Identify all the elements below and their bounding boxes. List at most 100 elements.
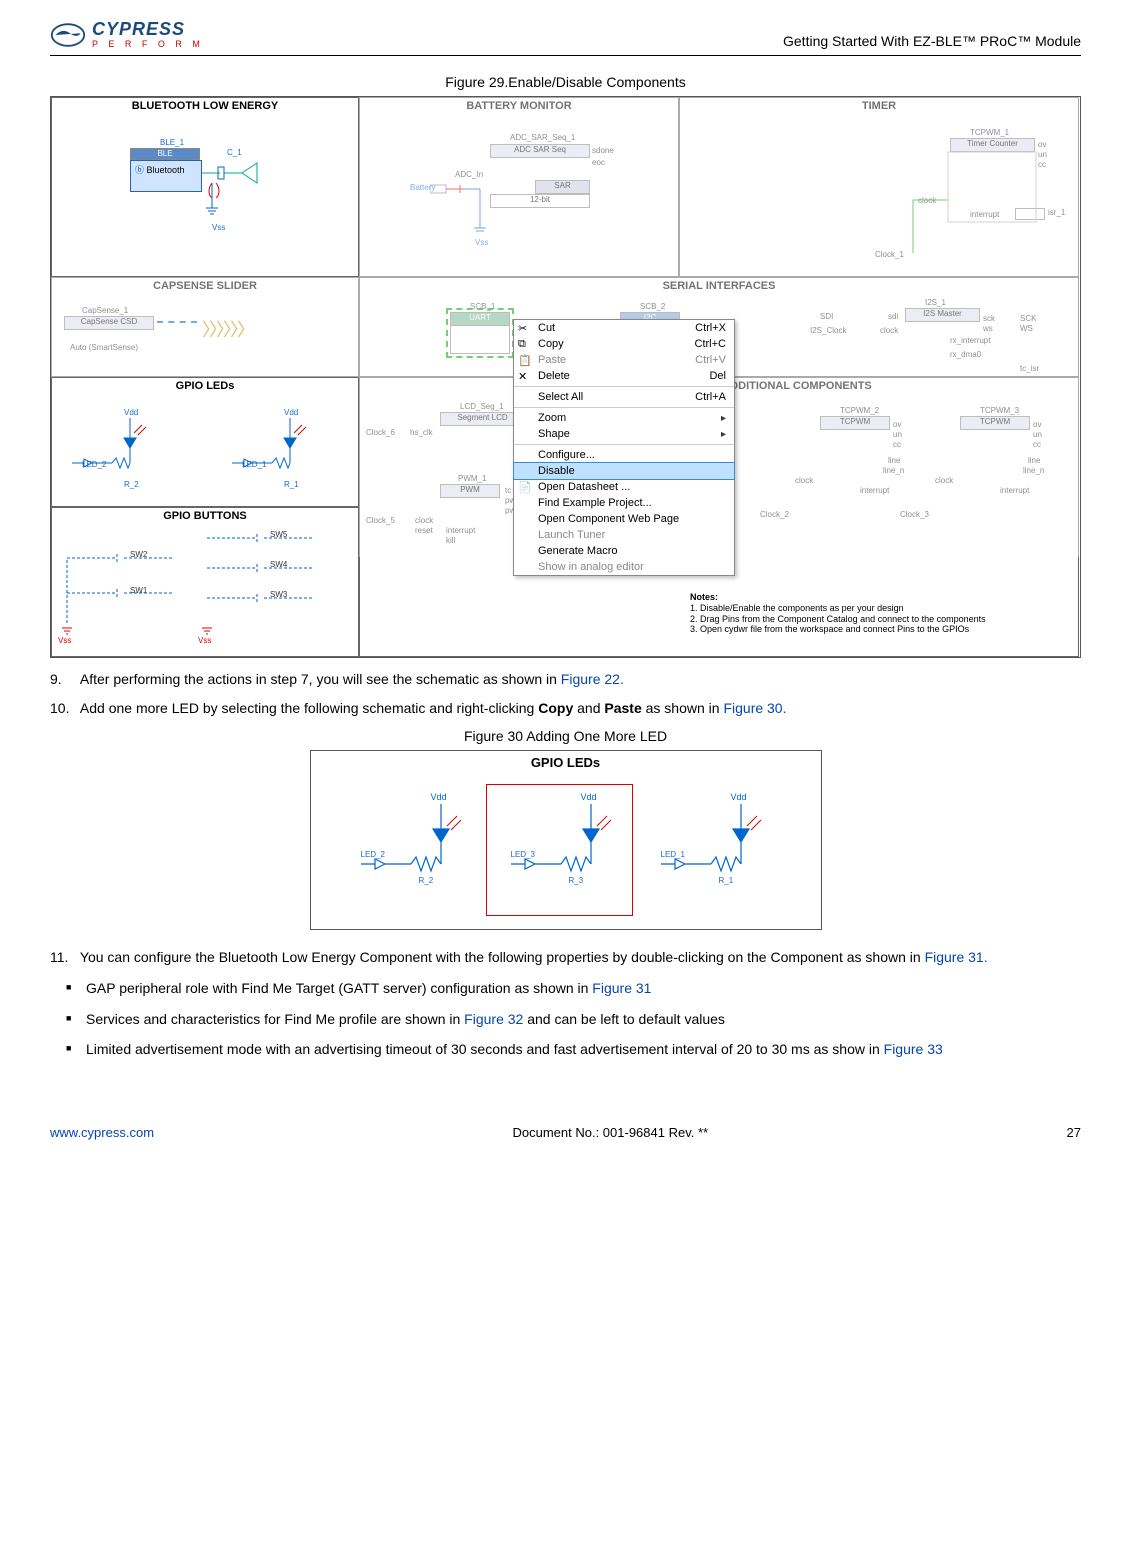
menu-item-label: Generate Macro (538, 545, 617, 557)
label-resistor: R_1 (719, 876, 734, 885)
t2-ov: ov (893, 420, 901, 429)
step-9-num: 9. (50, 670, 76, 689)
step-10-copy: Copy (538, 700, 573, 716)
step-9: 9. After performing the actions in step … (50, 670, 1081, 689)
menu-item-cut[interactable]: ✂CutCtrl+X (514, 320, 734, 336)
label-kill: kill (446, 536, 455, 545)
menu-item-disable[interactable]: Disable (514, 463, 734, 479)
figure-29-caption: Figure 29.Enable/Disable Components (50, 74, 1081, 90)
label-sdone: sdone (592, 146, 614, 155)
label-eoc: eoc (592, 158, 605, 167)
label-clk6: Clock_6 (366, 428, 395, 437)
figure-30-title: GPIO LEDs (311, 751, 821, 774)
menu-shortcut: Ctrl+X (695, 322, 726, 334)
menu-item-label: Shape (538, 428, 570, 440)
menu-item-open-component-web-page[interactable]: Open Component Web Page (514, 511, 734, 527)
label-sw5: SW5 (270, 530, 287, 539)
menu-shortcut: Ctrl+A (695, 391, 726, 403)
label-hsclk: hs_clk (410, 428, 433, 437)
t3-ov: ov (1033, 420, 1041, 429)
panel-leds: GPIO LEDs Vdd Vdd LED_2 LED_1 R_2 R_1 (51, 377, 359, 507)
label-vss-btn1: Vss (58, 636, 71, 645)
label-tcpwm3: TCPWM_3 (980, 406, 1019, 415)
label-led-name: LED_1 (661, 850, 685, 859)
bullet-link[interactable]: Figure 32 (464, 1011, 523, 1027)
bullet-link[interactable]: Figure 33 (884, 1041, 943, 1057)
label-vss-ble: Vss (212, 223, 225, 232)
panel-capsense: CAPSENSE SLIDER CapSense_1 CapSense CSD … (51, 277, 359, 377)
step-10: 10. Add one more LED by selecting the fo… (50, 699, 1081, 718)
label-vdd: Vdd (731, 792, 747, 802)
label-clk3: Clock_3 (900, 510, 929, 519)
panel-leds-title: GPIO LEDs (52, 378, 358, 394)
label-led-name: LED_2 (361, 850, 385, 859)
label-sck: sck (983, 314, 995, 323)
panel-ble: BLUETOOTH LOW ENERGY BLE_1 BLE ⓑ Bluetoo… (51, 97, 359, 277)
t2-cc: cc (893, 440, 901, 449)
leds-schematic-icon (72, 413, 342, 483)
label-rxint: rx_interrupt (950, 336, 990, 345)
panel-serial-title: SERIAL INTERFACES (360, 278, 1078, 294)
t2-int: interrupt (860, 486, 889, 495)
label-isr1: isr_1 (1048, 208, 1065, 217)
note-1: 1. Disable/Enable the components as per … (690, 603, 1070, 614)
panel-battery: BATTERY MONITOR ADC_SAR_Seq_1 ADC SAR Se… (359, 97, 679, 277)
submenu-arrow-icon (721, 412, 726, 424)
label-adc-in: ADC_In (455, 170, 483, 179)
link-figure-22[interactable]: Figure 22. (561, 671, 624, 687)
menu-item-label: Find Example Project... (538, 497, 652, 509)
step-10-text-a: Add one more LED by selecting the follow… (80, 700, 538, 716)
t2-un: un (893, 430, 902, 439)
label-pwm1: PWM_1 (458, 474, 486, 483)
panel-buttons: GPIO BUTTONS SW2 SW1 SW5 SW4 SW3 Vss Vss (51, 507, 359, 657)
menu-item-label: Copy (538, 338, 564, 350)
label-vss-batt: Vss (475, 238, 488, 247)
menu-shortcut: Ctrl+V (695, 354, 726, 366)
menu-item-generate-macro[interactable]: Generate Macro (514, 543, 734, 559)
menu-item-zoom[interactable]: Zoom (514, 407, 734, 426)
label-sdi: sdi (888, 312, 898, 321)
menu-item-delete[interactable]: ✕DeleteDel (514, 368, 734, 384)
bullet-3: Limited advertisement mode with an adver… (86, 1040, 1081, 1059)
t3-cc: cc (1033, 440, 1041, 449)
note-2: 2. Drag Pins from the Component Catalog … (690, 614, 1070, 625)
menu-item-select-all[interactable]: Select AllCtrl+A (514, 386, 734, 405)
step-10-text-b: and (573, 700, 604, 716)
submenu-arrow-icon (721, 428, 726, 440)
context-menu[interactable]: ✂CutCtrl+X⧉CopyCtrl+C📋PasteCtrl+V✕Delete… (513, 319, 735, 576)
menu-shortcut: Del (709, 370, 726, 382)
t3-linen: line_n (1023, 466, 1044, 475)
label-rxdma: rx_dma0 (950, 350, 981, 359)
label-resistor: R_3 (569, 876, 584, 885)
notes-title: Notes: (690, 592, 1070, 603)
pwm-box: PWM (440, 484, 500, 498)
footer-url[interactable]: www.cypress.com (50, 1125, 154, 1140)
link-figure-31[interactable]: Figure 31. (925, 949, 988, 965)
sar-box: SAR (535, 180, 590, 194)
label-adc-seq: ADC_SAR_Seq_1 (510, 133, 575, 142)
label-lcdseg: LCD_Seg_1 (460, 402, 504, 411)
menu-item-launch-tuner: Launch Tuner (514, 527, 734, 543)
menu-item-find-example-project[interactable]: Find Example Project... (514, 495, 734, 511)
menu-item-open-datasheet[interactable]: 📄Open Datasheet ... (514, 479, 734, 495)
link-figure-30[interactable]: Figure 30. (723, 700, 786, 716)
bullet-link[interactable]: Figure 31 (592, 980, 651, 996)
label-i2s1: I2S_1 (925, 298, 946, 307)
menu-shortcut: Ctrl+C (695, 338, 726, 350)
label-sw1: SW1 (130, 586, 147, 595)
label-clk5: Clock_5 (366, 516, 395, 525)
label-preset: reset (415, 526, 433, 535)
bluetooth-label: Bluetooth (147, 165, 185, 175)
step-10-paste: Paste (604, 700, 641, 716)
menu-item-configure[interactable]: Configure... (514, 444, 734, 463)
label-vdd: Vdd (431, 792, 447, 802)
panel-timer-title: TIMER (680, 98, 1078, 114)
label-i2sclk: I2S_Clock (810, 326, 846, 335)
menu-item-show-in-analog-editor: Show in analog editor (514, 559, 734, 575)
menu-item-shape[interactable]: Shape (514, 426, 734, 442)
t3-int: interrupt (1000, 486, 1029, 495)
capsense-link (157, 321, 197, 323)
menu-item-copy[interactable]: ⧉CopyCtrl+C (514, 336, 734, 352)
ble-wiring-icon (202, 153, 282, 223)
led-block-led_3: VddLED_3R_3 (511, 792, 641, 912)
